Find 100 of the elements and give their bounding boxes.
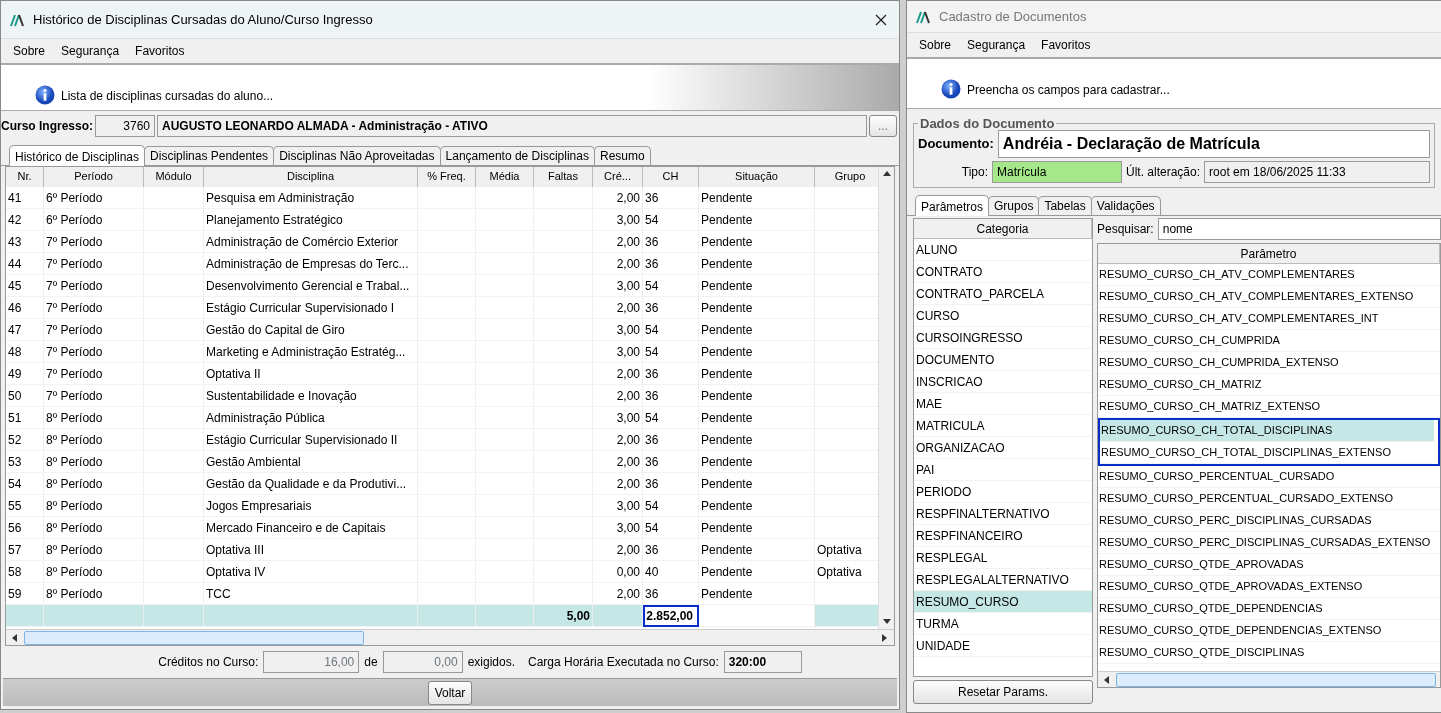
menu-item[interactable]: Segurança bbox=[61, 42, 120, 60]
list-item[interactable]: RESUMO_CURSO_PERCENTUAL_CURSADO bbox=[1098, 466, 1440, 488]
course-field[interactable]: AUGUSTO LEONARDO ALMADA - Administração - ATIVO bbox=[157, 115, 867, 137]
tab[interactable]: Disciplinas Pendentes bbox=[144, 146, 275, 165]
tab[interactable]: Histórico de Disciplinas bbox=[9, 145, 146, 166]
list-item[interactable]: PERIODO bbox=[914, 481, 1092, 503]
list-item[interactable]: RESUMO_CURSO_CH_ATV_COMPLEMENTARES_INT bbox=[1098, 308, 1440, 330]
table-cell: Optativa III bbox=[204, 539, 418, 561]
code-field[interactable]: 3760 bbox=[95, 115, 155, 137]
tab[interactable]: Disciplinas Não Aproveitadas bbox=[273, 146, 441, 165]
document-field[interactable]: Andréia - Declaração de Matrícula bbox=[997, 130, 1430, 158]
back-button[interactable]: Voltar bbox=[427, 680, 473, 705]
list-item[interactable]: ALUNO bbox=[914, 239, 1092, 261]
table-cell: Administração de Empresas do Terc... bbox=[204, 253, 418, 275]
window-title: Histórico de Disciplinas Cursadas do Aluno/Curso Ingresso bbox=[33, 10, 373, 29]
column-header[interactable]: Módulo bbox=[144, 167, 204, 187]
table-cell: 36 bbox=[643, 473, 699, 495]
type-field[interactable]: Matrícula bbox=[992, 161, 1122, 183]
arrow-left-icon[interactable] bbox=[10, 632, 20, 643]
search-field[interactable]: nome bbox=[1157, 218, 1441, 240]
list-item[interactable]: CONTRATO bbox=[914, 261, 1092, 283]
arrow-up-icon[interactable] bbox=[881, 169, 892, 179]
credits-field[interactable]: 16,00 bbox=[263, 651, 360, 673]
list-item[interactable]: RESUMO_CURSO_PERCENTUAL_CURSADO_EXTENSO bbox=[1098, 488, 1440, 510]
column-header[interactable]: Disciplina bbox=[204, 167, 418, 187]
required-credits-field[interactable]: 0,00 bbox=[382, 651, 463, 673]
list-item[interactable]: DOCUMENTO bbox=[914, 349, 1092, 371]
list-item[interactable]: RESUMO_CURSO_CH_MATRIZ bbox=[1098, 374, 1440, 396]
table-cell: 53 bbox=[6, 451, 44, 473]
last-change-field[interactable]: root em 18/06/2025 11:33 bbox=[1204, 161, 1430, 183]
list-item[interactable]: INSCRICAO bbox=[914, 371, 1092, 393]
table-cell: 6º Período bbox=[44, 209, 144, 231]
list-item[interactable]: CURSO bbox=[914, 305, 1092, 327]
column-header[interactable]: Parâmetro bbox=[1098, 244, 1440, 264]
table-cell: Jogos Empresariais bbox=[204, 495, 418, 517]
table-cell: 51 bbox=[6, 407, 44, 429]
list-item[interactable]: RESUMO_CURSO_QTDE_APROVADAS_EXTENSO bbox=[1098, 576, 1440, 598]
scroll-thumb[interactable] bbox=[24, 630, 364, 645]
list-item[interactable]: ORGANIZACAO bbox=[914, 437, 1092, 459]
menu-item[interactable]: Sobre bbox=[919, 36, 952, 54]
field-label: de bbox=[364, 654, 378, 671]
table-cell: Pendente bbox=[699, 429, 815, 451]
column-header[interactable]: Cré... bbox=[593, 167, 643, 187]
column-header[interactable]: Categoria bbox=[914, 219, 1092, 239]
list-item[interactable]: MAE bbox=[914, 393, 1092, 415]
list-item[interactable]: CONTRATO_PARCELA bbox=[914, 283, 1092, 305]
tab[interactable]: Resumo bbox=[593, 146, 651, 165]
list-item[interactable]: MATRICULA bbox=[914, 415, 1092, 437]
column-header[interactable]: Faltas bbox=[534, 167, 593, 187]
field-label: Carga Horária Executada no Curso: bbox=[528, 654, 719, 671]
column-header[interactable]: % Freq. bbox=[418, 167, 476, 187]
column-header[interactable]: Período bbox=[44, 167, 144, 187]
reset-button[interactable]: Resetar Params. bbox=[913, 680, 1093, 704]
list-item[interactable]: RESUMO_CURSO_QTDE_APROVADAS bbox=[1098, 554, 1440, 576]
table-cell: 44 bbox=[6, 253, 44, 275]
column-header[interactable]: Nr. bbox=[6, 167, 44, 187]
list-item[interactable]: RESUMO_CURSO_PERC_DISCIPLINAS_CURSADAS bbox=[1098, 510, 1440, 532]
list-item[interactable]: RESUMO_CURSO_CH_CUMPRIDA bbox=[1098, 330, 1440, 352]
list-item[interactable]: RESUMO_CURSO_CH_TOTAL_DISCIPLINAS bbox=[1100, 420, 1434, 442]
tab[interactable]: Lançamento de Disciplinas bbox=[439, 146, 595, 165]
column-header[interactable]: Situação bbox=[699, 167, 815, 187]
workload-field[interactable]: 320:00 bbox=[723, 651, 802, 673]
tab[interactable]: Validações bbox=[1090, 196, 1161, 215]
tab[interactable]: Parâmetros bbox=[915, 195, 990, 216]
field-label: Créditos no Curso: bbox=[158, 654, 259, 671]
menu-item[interactable]: Favoritos bbox=[135, 42, 185, 60]
list-item[interactable]: RESUMO_CURSO_CH_ATV_COMPLEMENTARES bbox=[1098, 264, 1440, 286]
table-cell: Pendente bbox=[699, 341, 815, 363]
table-cell: 3,00 bbox=[593, 209, 643, 231]
list-item[interactable]: RESUMO_CURSO bbox=[914, 591, 1092, 613]
list-item[interactable]: RESUMO_CURSO_CH_ATV_COMPLEMENTARES_EXTENSO bbox=[1098, 286, 1440, 308]
list-item[interactable]: RESUMO_CURSO_QTDE_DEPENDENCIAS bbox=[1098, 598, 1440, 620]
arrow-left-icon[interactable] bbox=[1102, 674, 1112, 685]
column-header[interactable]: Grupo bbox=[815, 167, 878, 187]
list-item[interactable]: RESPFINANCEIRO bbox=[914, 525, 1092, 547]
list-item[interactable]: RESUMO_CURSO_QTDE_DEPENDENCIAS_EXTENSO bbox=[1098, 620, 1440, 642]
list-item[interactable]: RESUMO_CURSO_CH_TOTAL_DISCIPLINAS_EXTENSO bbox=[1100, 442, 1434, 464]
list-item[interactable]: CURSOINGRESSO bbox=[914, 327, 1092, 349]
tab[interactable]: Grupos bbox=[988, 196, 1040, 215]
table-cell: 2,00 bbox=[593, 231, 643, 253]
list-item[interactable]: RESUMO_CURSO_PERC_DISCIPLINAS_CURSADAS_EXTENSO bbox=[1098, 532, 1440, 554]
table-cell: Pendente bbox=[699, 187, 815, 209]
vertical-scrollbar[interactable] bbox=[878, 167, 894, 629]
menu-item[interactable]: Sobre bbox=[13, 42, 46, 60]
list-item[interactable]: PAI bbox=[914, 459, 1092, 481]
menu-item[interactable]: Segurança bbox=[967, 36, 1026, 54]
list-item[interactable]: RESUMO_CURSO_CH_CUMPRIDA_EXTENSO bbox=[1098, 352, 1440, 374]
table-cell: Pesquisa em Administração bbox=[204, 187, 418, 209]
list-item[interactable]: RESUMO_CURSO_QTDE_DISCIPLINAS bbox=[1098, 642, 1440, 664]
column-header[interactable]: Média bbox=[476, 167, 534, 187]
list-item[interactable]: UNIDADE bbox=[914, 635, 1092, 657]
table-cell: Mercado Financeiro e de Capitais bbox=[204, 517, 418, 539]
list-item[interactable]: RESUMO_CURSO_CH_MATRIZ_EXTENSO bbox=[1098, 396, 1440, 418]
list-item[interactable]: RESPLEGAL bbox=[914, 547, 1092, 569]
menu-item[interactable]: Favoritos bbox=[1041, 36, 1091, 54]
list-item[interactable]: RESPFINALTERNATIVO bbox=[914, 503, 1092, 525]
column-header[interactable]: CH bbox=[643, 167, 699, 187]
horizontal-scrollbar[interactable] bbox=[6, 629, 894, 645]
list-item[interactable]: TURMA bbox=[914, 613, 1092, 635]
browse-button[interactable]: ... bbox=[869, 115, 897, 137]
